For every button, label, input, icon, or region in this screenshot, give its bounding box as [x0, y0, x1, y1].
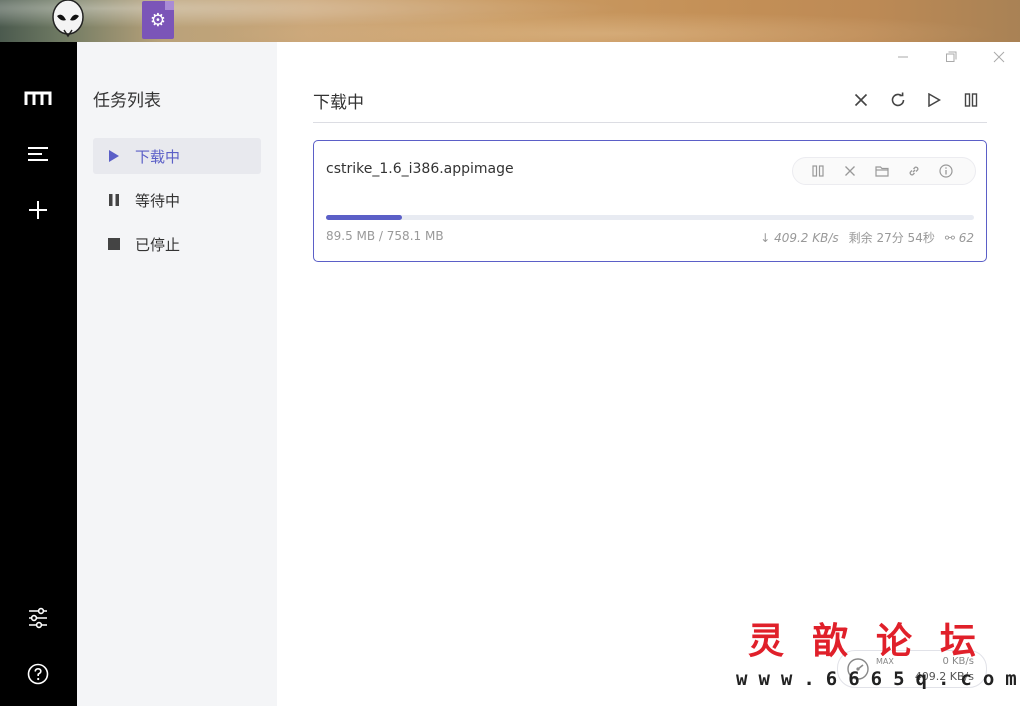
- sliders-icon[interactable]: [18, 598, 58, 638]
- pause-icon: [105, 191, 123, 209]
- settings-document-icon[interactable]: ⚙: [140, 0, 176, 40]
- play-icon: [105, 147, 123, 165]
- time-remaining: 剩余 27分 54秒: [848, 231, 935, 245]
- watermark-char: 坛: [939, 620, 978, 662]
- refresh-icon: [891, 92, 905, 107]
- play-icon: [928, 93, 941, 107]
- window-close-icon[interactable]: [987, 47, 1011, 67]
- app-window: 任务列表 下载中 等待中 已停止 下载中 cstrike_1.6_i386.ap…: [0, 42, 1020, 706]
- watermark-url: www.6665q.com: [736, 668, 1020, 690]
- main-panel: 下载中 cstrike_1.6_i386.appimage 89.5 MB / …: [277, 42, 1020, 706]
- sidebar-item-downloading[interactable]: 下载中: [93, 138, 261, 174]
- task-file-name: cstrike_1.6_i386.appimage: [326, 161, 514, 177]
- connections-count: 62: [958, 230, 974, 245]
- sidebar-item-stopped[interactable]: 已停止: [93, 226, 261, 262]
- close-icon: [854, 93, 868, 107]
- stop-icon: [105, 235, 123, 253]
- logo-icon[interactable]: [18, 78, 58, 118]
- link-icon[interactable]: [903, 161, 925, 181]
- watermark-text: 灵 歆 论 坛: [748, 612, 978, 664]
- resume-all-button[interactable]: [920, 86, 948, 114]
- download-speed: ↓ 409.2 KB/s: [760, 230, 839, 245]
- sidebar-title: 任务列表: [93, 91, 161, 111]
- nav-rail: [0, 42, 77, 706]
- sidebar-item-label: 已停止: [135, 235, 181, 254]
- sidebar-item-label: 下载中: [135, 147, 181, 166]
- sidebar-item-label: 等待中: [135, 191, 181, 210]
- help-icon[interactable]: [18, 654, 58, 694]
- task-stats: ↓ 409.2 KB/s 剩余 27分 54秒 ⚯ 62: [760, 229, 974, 246]
- alien-app-icon[interactable]: [48, 0, 88, 40]
- maximize-icon[interactable]: [939, 47, 963, 67]
- plus-icon[interactable]: [18, 190, 58, 230]
- progress-bar: [326, 215, 974, 220]
- task-action-bar: [792, 157, 976, 185]
- minimize-icon[interactable]: [891, 47, 915, 67]
- sidebar-item-waiting[interactable]: 等待中: [93, 182, 261, 218]
- header-divider: [313, 122, 987, 123]
- folder-icon[interactable]: [871, 161, 893, 181]
- delete-icon[interactable]: [839, 161, 861, 181]
- task-size: 89.5 MB / 758.1 MB: [326, 229, 444, 243]
- menu-icon[interactable]: [18, 134, 58, 174]
- refresh-button[interactable]: [884, 86, 912, 114]
- task-item[interactable]: cstrike_1.6_i386.appimage 89.5 MB / 758.…: [313, 140, 987, 262]
- info-icon[interactable]: [935, 161, 957, 181]
- pause-icon: [964, 93, 978, 107]
- pause-all-button[interactable]: [957, 86, 985, 114]
- gear-icon: ⚙: [142, 1, 174, 39]
- pause-icon[interactable]: [807, 161, 829, 181]
- watermark-char: 论: [875, 620, 914, 662]
- connections-icon: ⚯: [944, 230, 955, 245]
- task-list-sidebar: 任务列表 下载中 等待中 已停止: [77, 42, 277, 706]
- watermark-char: 灵: [748, 620, 787, 662]
- watermark-char: 歆: [811, 620, 850, 662]
- connections: ⚯ 62: [945, 231, 974, 245]
- delete-all-button[interactable]: [847, 86, 875, 114]
- page-title: 下载中: [313, 93, 364, 113]
- progress-fill: [326, 215, 403, 220]
